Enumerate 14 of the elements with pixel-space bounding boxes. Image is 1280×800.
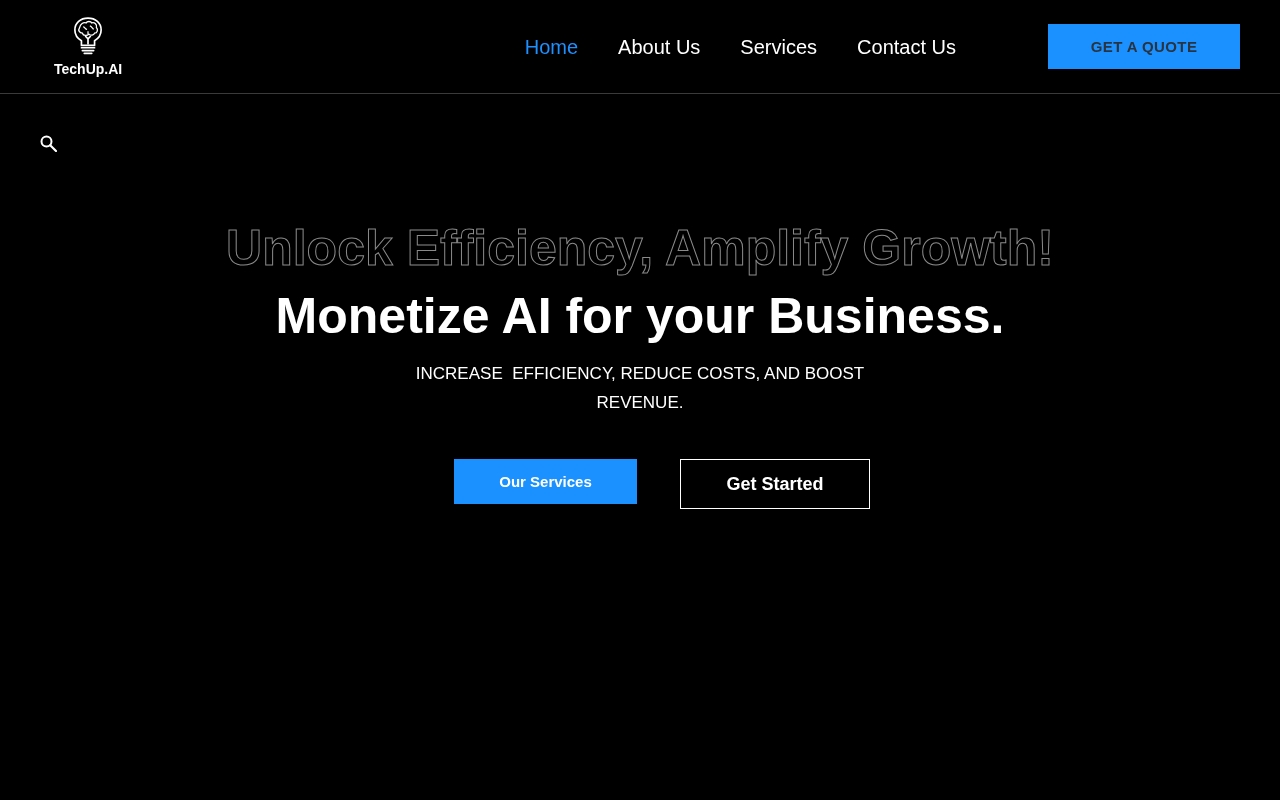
lightbulb-brain-icon: [73, 16, 104, 56]
logo-text: TechUp.AI: [54, 61, 123, 77]
subtitle: INCREASE EFFICIENCY, REDUCE COSTS, AND BOOST REVENUE.: [414, 363, 866, 414]
search-icon: [40, 135, 57, 152]
nav-link[interactable]: Services: [740, 34, 818, 59]
nav-link[interactable]: About Us: [618, 34, 701, 59]
nav-link[interactable]: Contact Us: [857, 34, 956, 59]
search-button[interactable]: [40, 135, 57, 152]
outlined-headline: Unlock Efficiency, Amplify Growth!: [226, 219, 1054, 278]
outline-button[interactable]: Get Started: [680, 459, 870, 509]
logo[interactable]: TechUp.AI: [54, 16, 123, 77]
headline: Monetize AI for your Business.: [275, 287, 1005, 346]
nav-link[interactable]: Home: [524, 34, 579, 59]
get-a-quote-button[interactable]: GET A QUOTE: [1048, 24, 1240, 69]
